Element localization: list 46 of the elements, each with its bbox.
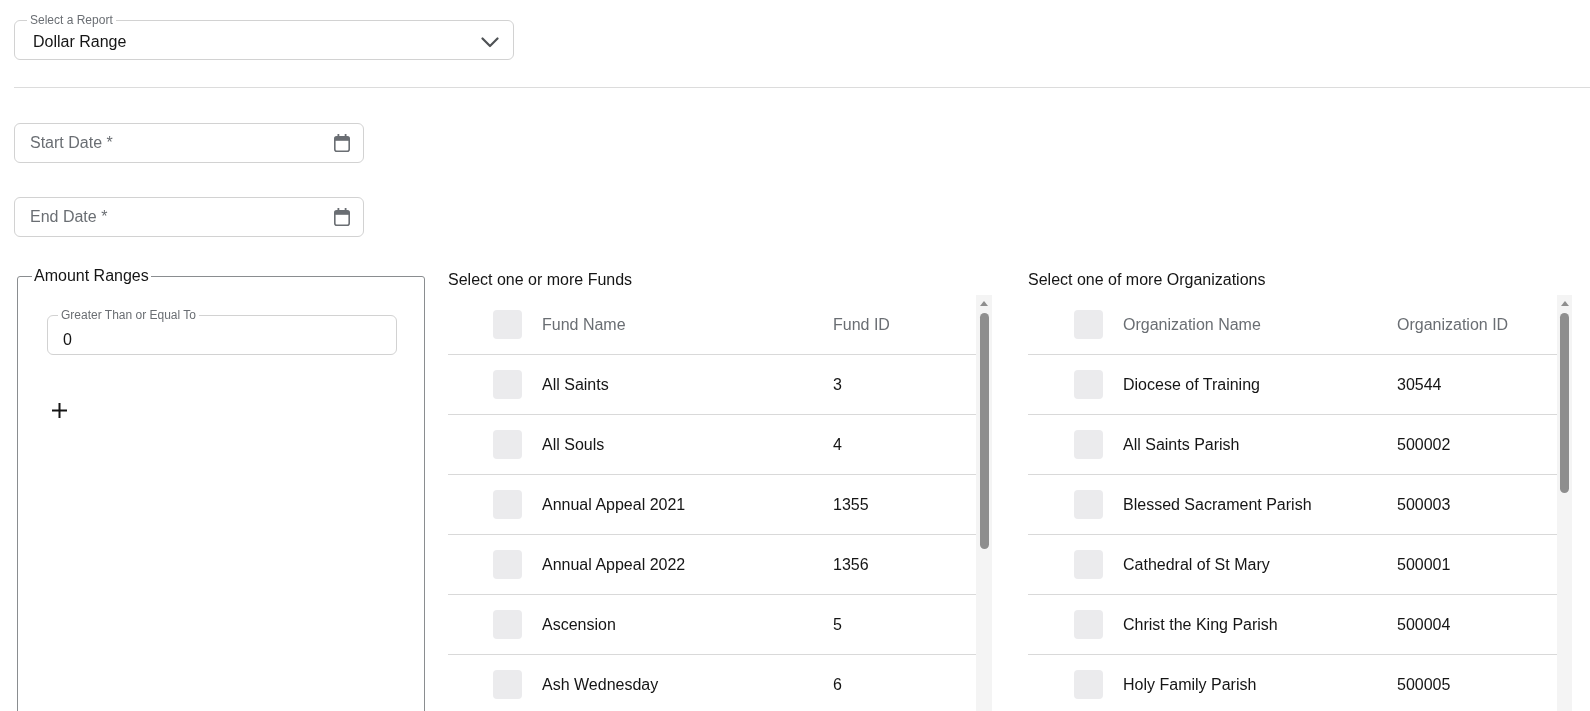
table-cell: 500003 bbox=[1397, 494, 1451, 515]
table-cell: Annual Appeal 2022 bbox=[542, 554, 686, 575]
table-cell: All Saints bbox=[542, 374, 609, 395]
table-cell: Diocese of Training bbox=[1123, 374, 1260, 395]
table-cell: 500001 bbox=[1397, 554, 1451, 575]
section-title: Select one or more Funds bbox=[448, 270, 634, 290]
table-cell: 1355 bbox=[833, 494, 869, 515]
scrollbar-thumb[interactable] bbox=[1560, 313, 1569, 493]
table-cell: Christ the King Parish bbox=[1123, 614, 1278, 635]
scrollbar-thumb[interactable] bbox=[979, 313, 989, 549]
table-cell: Ascension bbox=[542, 614, 616, 635]
scrollbar[interactable] bbox=[1557, 295, 1572, 711]
table-cell: Blessed Sacrament Parish bbox=[1123, 494, 1312, 515]
table-cell: All Saints Parish bbox=[1123, 434, 1240, 455]
column-header: Fund ID bbox=[833, 314, 890, 335]
column-header: Organization ID bbox=[1397, 314, 1509, 335]
table-cell: Ash Wednesday bbox=[542, 674, 659, 695]
chevron-down-icon bbox=[481, 36, 499, 48]
section-title: Select one of more Organizations bbox=[1028, 270, 1267, 290]
table-cell: 500002 bbox=[1397, 434, 1451, 455]
report-select[interactable]: Select a Report Dollar Range bbox=[14, 14, 514, 60]
table-cell: All Souls bbox=[542, 434, 605, 455]
date-field[interactable]: Start Date * bbox=[14, 123, 364, 163]
panel-title: Amount Ranges bbox=[33, 266, 150, 286]
table-cell: 500005 bbox=[1397, 674, 1451, 695]
column-header: Fund Name bbox=[542, 314, 626, 335]
table-cell: 1356 bbox=[833, 554, 869, 575]
column-header: Organization Name bbox=[1123, 314, 1261, 335]
table-cell: Cathedral of St Mary bbox=[1123, 554, 1270, 575]
table-cell: 3 bbox=[833, 374, 842, 395]
scroll-up-arrow-icon[interactable] bbox=[1560, 301, 1569, 306]
table-cell: 30544 bbox=[1397, 374, 1442, 395]
scrollbar[interactable] bbox=[976, 295, 992, 711]
table-cell: Holy Family Parish bbox=[1123, 674, 1257, 695]
calendar-icon[interactable] bbox=[334, 134, 350, 152]
field-label: Greater Than or Equal To bbox=[58, 309, 199, 321]
table-cell: 5 bbox=[833, 614, 842, 635]
field-label: Select a Report bbox=[29, 14, 114, 26]
table-cell: 6 bbox=[833, 674, 842, 695]
calendar-icon[interactable] bbox=[334, 208, 350, 226]
table-cell: 500004 bbox=[1397, 614, 1451, 635]
table-cell: 4 bbox=[833, 434, 842, 455]
date-field[interactable]: End Date * bbox=[14, 197, 364, 237]
plus-icon bbox=[51, 402, 67, 418]
table-cell: Annual Appeal 2021 bbox=[542, 494, 686, 515]
scroll-up-arrow-icon[interactable] bbox=[980, 301, 988, 306]
